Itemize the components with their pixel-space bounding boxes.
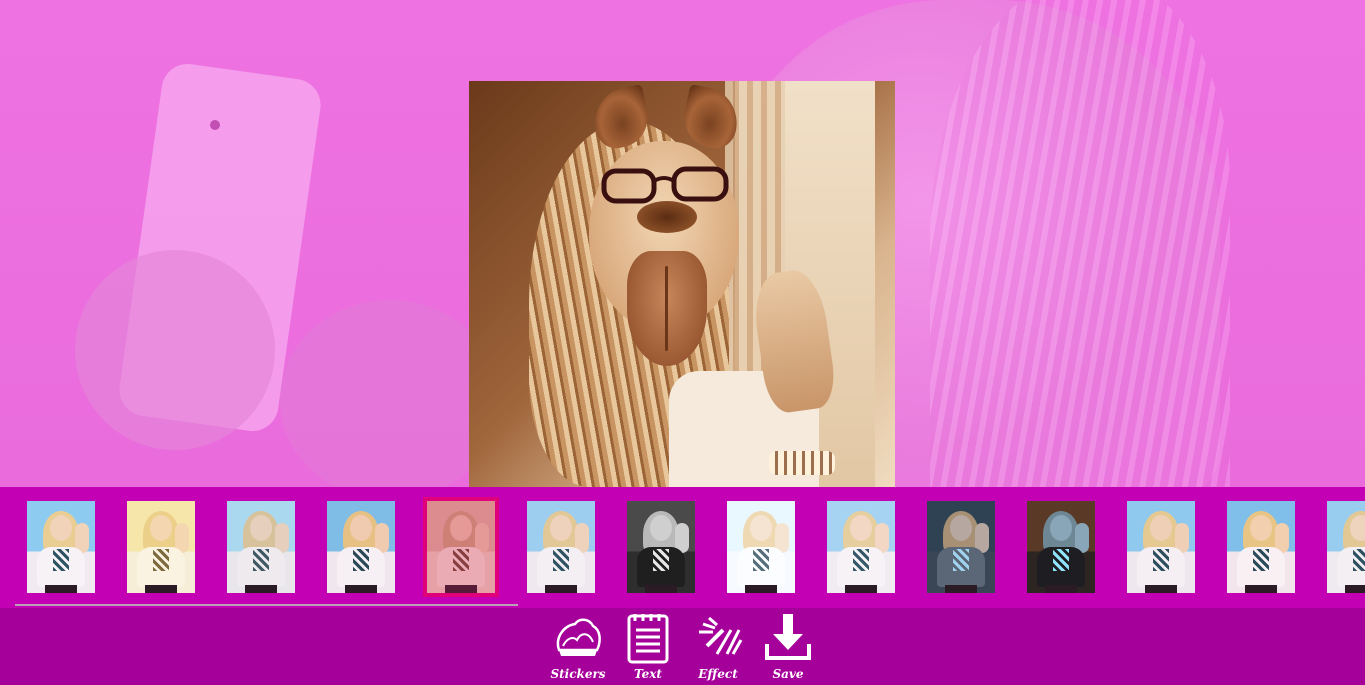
background-hand: [75, 250, 275, 450]
filter-thumbnail[interactable]: [27, 501, 95, 593]
filter-thumbnail[interactable]: [927, 501, 995, 593]
filter-thumbnail-pattern: [453, 549, 469, 571]
filter-thumbnail-pattern: [1153, 549, 1169, 571]
filter-thumbnail-pattern: [53, 549, 69, 571]
filter-thumbnail-head: [50, 515, 72, 541]
dog-nose-sticker[interactable]: [637, 201, 697, 233]
notepad-icon: [627, 614, 669, 664]
filter-thumbnail-head: [950, 515, 972, 541]
save-button[interactable]: Save: [757, 612, 819, 682]
filter-thumbnail-pattern: [1353, 549, 1365, 571]
filter-thumbnail[interactable]: [423, 497, 499, 597]
filter-strip[interactable]: [0, 487, 1365, 608]
filter-thumbnail-pants: [545, 585, 577, 593]
filter-thumbnail-pants: [845, 585, 877, 593]
filter-thumbnail-arm: [475, 523, 489, 553]
filter-thumbnail-pattern: [753, 549, 769, 571]
filter-thumbnail-head: [1350, 515, 1365, 541]
filter-thumbnail-head: [150, 515, 172, 541]
filter-thumbnail-head: [550, 515, 572, 541]
stickers-label: Stickers: [550, 667, 606, 681]
filter-thumbnail[interactable]: [527, 501, 595, 593]
glasses-sticker[interactable]: [600, 165, 730, 205]
filter-thumbnail[interactable]: [127, 501, 195, 593]
filter-thumbnail-pattern: [1253, 549, 1269, 571]
filter-thumbnail-pattern: [553, 549, 569, 571]
filter-thumbnail[interactable]: [1327, 501, 1365, 593]
dog-tongue-sticker[interactable]: [627, 251, 707, 366]
filter-thumbnail[interactable]: [727, 501, 795, 593]
filter-thumbnail-head: [750, 515, 772, 541]
background-hair: [930, 0, 1230, 487]
filter-thumbnail-head: [650, 515, 672, 541]
filter-thumbnail-pants: [1245, 585, 1277, 593]
filter-thumbnail-pattern: [953, 549, 969, 571]
save-label: Save: [772, 667, 804, 681]
filter-thumbnail-head: [250, 515, 272, 541]
filter-thumbnail-pants: [645, 585, 677, 593]
magic-wand-icon: [699, 616, 743, 655]
filter-thumbnail-pants: [745, 585, 777, 593]
filter-thumbnail[interactable]: [1227, 501, 1295, 593]
main-photo-canvas[interactable]: [469, 81, 895, 487]
filter-thumbnail-pants: [245, 585, 277, 593]
filter-thumbnail-pants: [145, 585, 177, 593]
filter-thumbnail[interactable]: [227, 501, 295, 593]
filter-thumbnail-body: [437, 547, 485, 587]
filter-thumbnail-head: [350, 515, 372, 541]
filter-thumbnail-pattern: [153, 549, 169, 571]
effect-label: Effect: [698, 667, 738, 681]
filter-thumbnail-pants: [445, 585, 477, 593]
filter-thumbnail-pants: [1345, 585, 1365, 593]
filter-thumbnail[interactable]: [1027, 501, 1095, 593]
filter-thumbnail-pattern: [653, 549, 669, 571]
filter-thumbnail-pattern: [853, 549, 869, 571]
text-button[interactable]: Text: [617, 612, 679, 682]
filter-thumbnail-pants: [1045, 585, 1077, 593]
photo-bracelet: [769, 451, 835, 475]
filter-thumbnail[interactable]: [327, 501, 395, 593]
filter-thumbnail-head: [450, 515, 472, 541]
filter-thumbnails: [0, 487, 1365, 608]
filter-thumbnail[interactable]: [1127, 501, 1195, 593]
background-arm: [280, 300, 500, 487]
bottom-toolbar: Stickers Text Effect Save: [0, 608, 1365, 685]
filter-thumbnail-pants: [1145, 585, 1177, 593]
filter-thumbnail-pants: [945, 585, 977, 593]
filter-thumbnail-pattern: [253, 549, 269, 571]
filter-thumbnail-head: [850, 515, 872, 541]
filter-thumbnail-pants: [345, 585, 377, 593]
stickers-icon: [556, 618, 601, 656]
filter-thumbnail-head: [1250, 515, 1272, 541]
stickers-button[interactable]: Stickers: [547, 612, 609, 682]
filter-thumbnail[interactable]: [827, 501, 895, 593]
effect-button[interactable]: Effect: [687, 612, 749, 682]
download-icon: [765, 614, 811, 660]
filter-scroll-indicator[interactable]: [15, 604, 518, 606]
filter-thumbnail[interactable]: [627, 501, 695, 593]
filter-thumbnail-pattern: [353, 549, 369, 571]
filter-thumbnail-hair: [443, 511, 479, 557]
background-phone-camera: [210, 120, 220, 130]
filter-thumbnail-pattern: [1053, 549, 1069, 571]
filter-thumbnail-head: [1150, 515, 1172, 541]
filter-thumbnail-pants: [45, 585, 77, 593]
filter-thumbnail-head: [1050, 515, 1072, 541]
text-label: Text: [634, 667, 662, 681]
